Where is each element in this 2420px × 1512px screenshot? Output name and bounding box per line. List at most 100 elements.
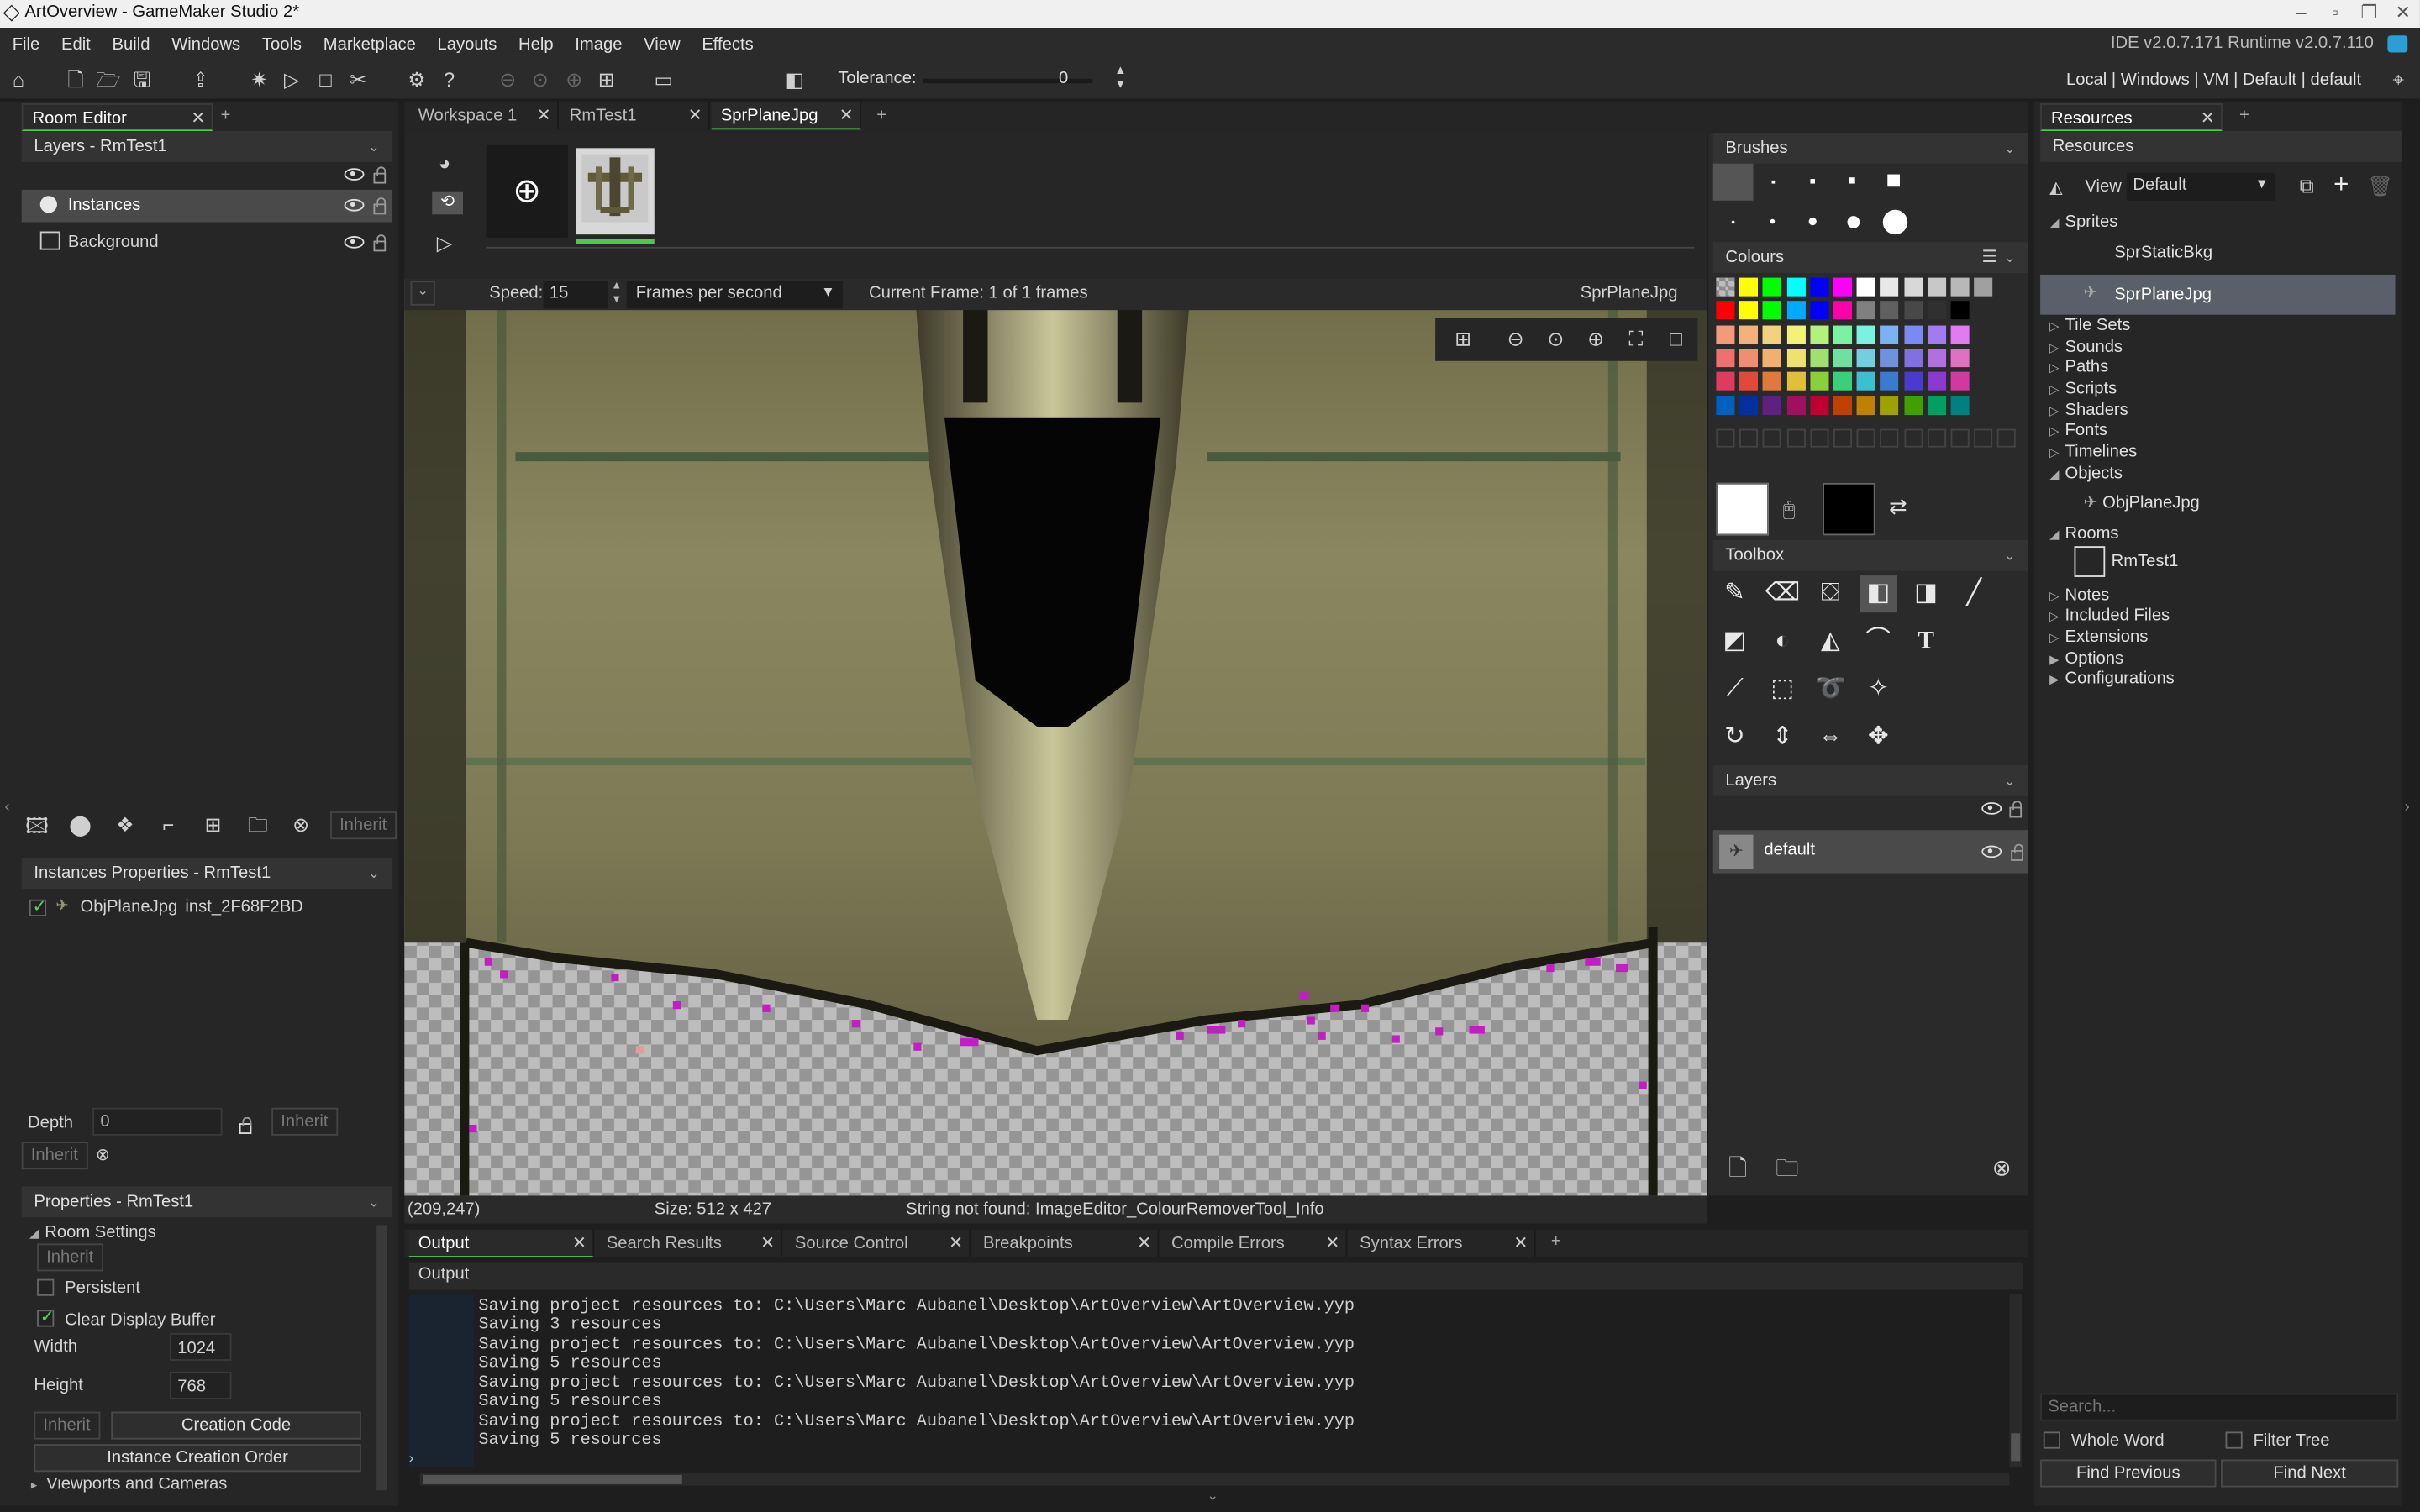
eraser-icon[interactable]: ⌫ bbox=[1764, 575, 1801, 612]
inherit-depth-button[interactable]: Inherit bbox=[271, 1107, 338, 1136]
line-icon[interactable]: ╱ bbox=[1955, 575, 1992, 612]
colour-swatch[interactable] bbox=[1716, 371, 1735, 391]
delete-resource-icon[interactable]: 🗑 bbox=[2367, 175, 2392, 199]
close-tab-icon[interactable]: ✕ bbox=[1137, 1230, 1151, 1257]
filter-tree-checkbox[interactable] bbox=[2225, 1431, 2243, 1449]
resource-sort-icon[interactable]: ◭ bbox=[2049, 177, 2063, 197]
close-tab-icon[interactable]: ✕ bbox=[760, 1230, 775, 1257]
menu-tools[interactable]: Tools bbox=[251, 28, 313, 61]
inherit-instances-button[interactable]: Inherit bbox=[21, 1142, 87, 1170]
primary-colour-swatch[interactable] bbox=[1716, 482, 1769, 536]
menu-effects[interactable]: Effects bbox=[691, 28, 764, 61]
colour-swatch[interactable] bbox=[1763, 348, 1782, 367]
menu-build[interactable]: Build bbox=[102, 28, 161, 61]
tree-sprites[interactable]: ◢ Sprites bbox=[2049, 213, 2118, 231]
chevron-down-icon[interactable]: ⌄ bbox=[2004, 133, 2016, 164]
rotate-icon[interactable]: ↻ bbox=[1716, 719, 1753, 756]
close-tab-icon[interactable]: ✕ bbox=[1513, 1230, 1528, 1257]
colour-swatch[interactable] bbox=[1856, 348, 1876, 367]
menu-help[interactable]: Help bbox=[508, 28, 564, 61]
custom-colour-slot[interactable] bbox=[1786, 428, 1806, 448]
colour-swatch[interactable] bbox=[1880, 324, 1899, 344]
close-tab-icon[interactable]: ✕ bbox=[191, 105, 205, 133]
background-toggle-icon[interactable]: □ bbox=[1664, 327, 1688, 351]
new-layer-folder-icon[interactable]: 🗀 bbox=[1775, 1157, 1799, 1182]
delete-layer-icon[interactable]: ⊗ bbox=[288, 813, 313, 837]
colour-swatch[interactable] bbox=[1763, 371, 1782, 391]
colour-swatch[interactable] bbox=[1810, 301, 1829, 320]
tree-item-objplanejpg[interactable]: ✈ ObjPlaneJpg bbox=[2084, 492, 2200, 512]
find-next-button[interactable]: Find Next bbox=[2221, 1459, 2399, 1488]
curve-icon[interactable]: ⌒ bbox=[1860, 623, 1897, 660]
colour-swatch[interactable] bbox=[1716, 348, 1735, 367]
add-path-layer-icon[interactable]: ⌐ bbox=[156, 813, 181, 837]
select-icon[interactable]: ⬚ bbox=[1764, 671, 1801, 708]
scroll-thumb[interactable] bbox=[423, 1474, 682, 1484]
tab-sprplanejpg[interactable]: SprPlaneJpg ✕ bbox=[711, 102, 861, 130]
add-tile-layer-icon[interactable]: ❖ bbox=[113, 813, 137, 837]
secondary-colour-swatch[interactable] bbox=[1823, 482, 1876, 536]
tab-breakpoints[interactable]: Breakpoints ✕ bbox=[974, 1229, 1160, 1257]
grid-icon[interactable]: ⊞ bbox=[1450, 327, 1475, 351]
close-tab-icon[interactable]: ✕ bbox=[839, 102, 854, 129]
chevron-down-icon[interactable]: ⌄ bbox=[2004, 540, 2016, 571]
output-horizontal-scrollbar[interactable] bbox=[419, 1473, 2010, 1486]
colour-swatch[interactable] bbox=[1950, 324, 1970, 344]
tab-syntax-errors[interactable]: Syntax Errors ✕ bbox=[1350, 1229, 1536, 1257]
menu-image[interactable]: Image bbox=[564, 28, 633, 61]
colour-swatch[interactable] bbox=[1786, 396, 1806, 415]
close-tab-icon[interactable]: ✕ bbox=[949, 1230, 963, 1257]
zoom-out-icon[interactable]: ⊖ bbox=[1503, 327, 1528, 351]
colour-swatch[interactable] bbox=[1903, 396, 1923, 415]
tree-timelines[interactable]: ▷ Timelines bbox=[2049, 443, 2137, 461]
layers-header[interactable]: Layers - RmTest1 ⌄ bbox=[21, 131, 392, 162]
room-settings-section[interactable]: ◢ Room Settings bbox=[29, 1224, 156, 1242]
collapse-bottom-icon[interactable]: ⌄ bbox=[1207, 1488, 1218, 1504]
colour-swatch[interactable] bbox=[1950, 371, 1970, 391]
colour-swatch[interactable] bbox=[1810, 371, 1829, 391]
colour-swatch[interactable] bbox=[1856, 277, 1876, 297]
fill-icon[interactable]: ⛋ bbox=[1812, 575, 1849, 612]
output-vertical-scrollbar[interactable] bbox=[2009, 1294, 2023, 1467]
colour-swatch[interactable] bbox=[1810, 277, 1829, 297]
colour-swatch[interactable] bbox=[1833, 301, 1853, 320]
create-executable-icon[interactable]: ⇪ bbox=[188, 68, 213, 92]
colour-swatch[interactable] bbox=[1927, 371, 1946, 391]
tolerance-spinner-icon[interactable]: ▲ ▼ bbox=[1108, 63, 1133, 91]
lock-icon[interactable] bbox=[373, 197, 387, 215]
custom-colour-slot[interactable] bbox=[1739, 428, 1759, 448]
delete-layer-icon[interactable]: ⊗ bbox=[1990, 1157, 2014, 1182]
zoom-in-icon[interactable]: ⊕ bbox=[1583, 327, 1607, 351]
instance-creation-order-button[interactable]: Instance Creation Order bbox=[34, 1444, 361, 1473]
close-tab-icon[interactable]: ✕ bbox=[2201, 105, 2215, 133]
resources-tab[interactable]: Resources ✕ bbox=[2040, 103, 2223, 133]
colour-swatch[interactable] bbox=[1716, 324, 1735, 344]
flip-horizontal-icon[interactable]: ⇔ bbox=[1812, 719, 1849, 756]
pencil-icon[interactable]: ✎ bbox=[1716, 575, 1753, 612]
zoom-in-icon[interactable]: ⊕ bbox=[562, 68, 587, 92]
colour-swatch[interactable] bbox=[1856, 396, 1876, 415]
tree-shaders[interactable]: ▷ Shaders bbox=[2049, 402, 2128, 420]
tree-configurations[interactable]: ▶ Configurations bbox=[2049, 669, 2175, 688]
colour-swatch[interactable] bbox=[1950, 396, 1970, 415]
add-instance-layer-icon[interactable]: ⬤ bbox=[68, 813, 92, 837]
frame-thumbnail[interactable] bbox=[576, 148, 655, 244]
chevron-down-icon[interactable]: ⌄ bbox=[2004, 765, 2016, 796]
close-tab-icon[interactable]: ✕ bbox=[1325, 1230, 1339, 1257]
colour-swatch[interactable] bbox=[1880, 277, 1899, 297]
view-select[interactable]: Default ▼ bbox=[2126, 172, 2275, 201]
menu-edit[interactable]: Edit bbox=[50, 28, 102, 61]
output-log[interactable]: Saving project resources to: C:\Users\Ma… bbox=[404, 1294, 2009, 1467]
image-layers-header[interactable]: Layers ⌄ bbox=[1712, 765, 2028, 796]
instance-row[interactable]: ✈ ObjPlaneJpg inst_2F68F2BD bbox=[28, 896, 392, 921]
colour-swatch[interactable] bbox=[1786, 301, 1806, 320]
rectangle-icon[interactable]: ◩ bbox=[1716, 623, 1753, 660]
add-frame-button[interactable]: ⊕ bbox=[486, 144, 568, 238]
colour-swatch[interactable] bbox=[1763, 396, 1782, 415]
brushes-header[interactable]: Brushes ⌄ bbox=[1712, 132, 2028, 164]
image-layer-row[interactable]: ✈ default bbox=[1712, 830, 2028, 874]
minimize-icon[interactable]: – bbox=[2284, 0, 2317, 28]
custom-colour-slot[interactable] bbox=[1974, 428, 1993, 448]
timeline[interactable] bbox=[486, 246, 1695, 249]
custom-colour-slot[interactable] bbox=[1833, 428, 1853, 448]
